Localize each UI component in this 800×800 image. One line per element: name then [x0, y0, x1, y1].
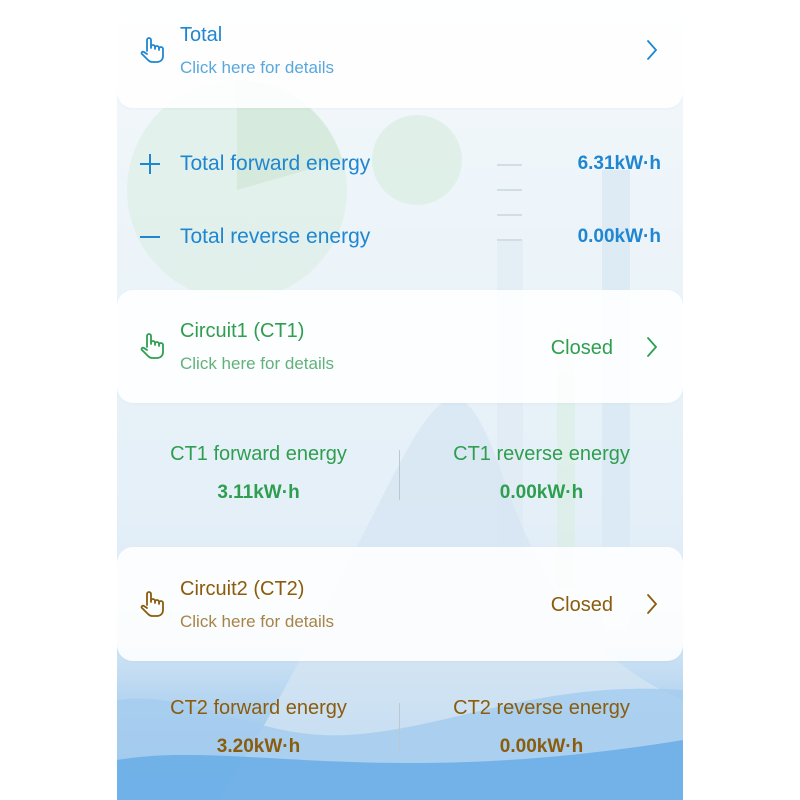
ct2-forward-label: CT2 forward energy [170, 697, 347, 719]
circuit1-card[interactable]: Circuit1 (CT1) Click here for details Cl… [117, 290, 683, 403]
ct1-reverse-stat: CT1 reverse energy 0.00kW·h [400, 443, 683, 504]
minus-icon [140, 236, 160, 238]
total-forward-row: Total forward energy 6.31kW·h [117, 145, 683, 185]
circuit1-title: Circuit1 (CT1) [180, 320, 305, 342]
circuit1-status: Closed [550, 337, 613, 359]
circuit2-status: Closed [550, 594, 613, 616]
ct1-forward-stat: CT1 forward energy 3.11kW·h [117, 443, 400, 504]
ct2-forward-value: 3.20kW·h [216, 736, 301, 757]
hand-pointer-icon [140, 37, 164, 63]
total-reverse-label: Total reverse energy [180, 225, 371, 248]
total-forward-label: Total forward energy [180, 152, 371, 175]
ct2-forward-stat: CT2 forward energy 3.20kW·h [117, 697, 400, 758]
total-reverse-row: Total reverse energy 0.00kW·h [117, 218, 683, 258]
energy-screen: Total Click here for details Total forwa… [117, 0, 683, 800]
hand-pointer-icon [140, 333, 164, 359]
total-reverse-value: 0.00kW·h [577, 226, 661, 247]
hand-pointer-icon [140, 591, 164, 617]
total-subtitle: Click here for details [180, 58, 335, 77]
chevron-right-icon[interactable] [645, 39, 659, 61]
ct2-reverse-stat: CT2 reverse energy 0.00kW·h [400, 697, 683, 758]
chevron-right-icon[interactable] [645, 593, 659, 615]
circuit2-card[interactable]: Circuit2 (CT2) Click here for details Cl… [117, 547, 683, 661]
ct2-reverse-value: 0.00kW·h [499, 736, 584, 757]
plus-icon [140, 154, 160, 174]
circuit2-title: Circuit2 (CT2) [180, 578, 305, 600]
chevron-right-icon[interactable] [645, 336, 659, 358]
ct2-reverse-label: CT2 reverse energy [453, 697, 630, 719]
total-title: Total [180, 24, 223, 46]
total-forward-value: 6.31kW·h [577, 153, 661, 174]
ct1-reverse-value: 0.00kW·h [499, 482, 584, 503]
ct1-forward-value: 3.11kW·h [217, 482, 300, 503]
total-card[interactable]: Total Click here for details [117, 0, 683, 108]
ct1-reverse-label: CT1 reverse energy [453, 443, 630, 465]
circuit1-subtitle: Click here for details [180, 354, 335, 373]
circuit2-subtitle: Click here for details [180, 612, 335, 631]
ct1-forward-label: CT1 forward energy [170, 443, 347, 465]
